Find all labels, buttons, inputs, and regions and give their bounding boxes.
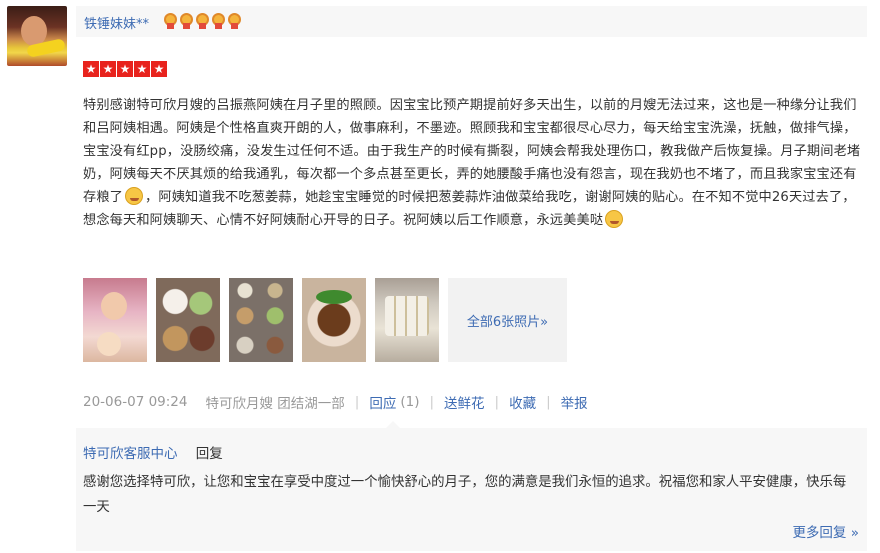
review-header: 铁锤妹妹** <box>76 6 867 37</box>
medal-badges <box>164 13 241 29</box>
user-avatar[interactable] <box>7 6 67 66</box>
photo-thumbnail-meal-spread[interactable] <box>156 278 220 362</box>
reply-action-label: 回复 <box>195 446 223 462</box>
more-replies-link[interactable]: 更多回复 » <box>792 521 859 541</box>
username-link[interactable]: 铁锤妹妹** <box>84 13 149 32</box>
star-icon: ★ <box>100 61 116 77</box>
divider: | <box>494 394 500 410</box>
reply-count: (1) <box>400 394 420 410</box>
send-flower-link[interactable]: 送鲜花 <box>444 392 485 412</box>
grin-emoji-icon <box>605 210 624 228</box>
review-meta: 20-06-07 09:24 特可欣月嫂 团结湖一部 | 回应 (1) | 送鲜… <box>83 392 588 412</box>
reply-pointer <box>386 421 400 428</box>
smile-wink-emoji-icon <box>125 187 144 205</box>
divider: | <box>354 394 360 410</box>
divider: | <box>546 394 551 410</box>
reply-author-link[interactable]: 特可欣客服中心 <box>83 446 178 462</box>
review-date: 20-06-07 09:24 <box>83 394 188 410</box>
star-icon: ★ <box>117 61 133 77</box>
reply-panel: 特可欣客服中心 回复 感谢您选择特可欣，让您和宝宝在享受中度过一个愉快舒心的月子… <box>76 421 867 551</box>
divider: | <box>429 394 435 410</box>
review-text-part2: ，阿姨知道我不吃葱姜蒜，她趁宝宝睡觉的时候把葱姜蒜炸油做菜给我吃，谢谢阿姨的贴心… <box>83 190 856 228</box>
medal-icon <box>228 13 241 29</box>
review-text: 特别感谢特可欣月嫂的吕振燕阿姨在月子里的照顾。因宝宝比预产期提前好多天出生，以前… <box>83 94 867 232</box>
photo-thumbnail-mother-baby[interactable] <box>83 278 147 362</box>
collect-link[interactable]: 收藏 <box>509 392 536 412</box>
photo-thumbnail-dishes-grid[interactable] <box>229 278 293 362</box>
reply-header: 特可欣客服中心 回复 <box>83 442 223 462</box>
photo-thumbnail-food-tray[interactable] <box>375 278 439 362</box>
review-source: 特可欣月嫂 团结湖一部 <box>205 396 345 412</box>
reply-link[interactable]: 回应 <box>369 392 396 412</box>
all-photos-link[interactable]: 全部6张照片» <box>448 278 567 362</box>
medal-icon <box>196 13 209 29</box>
review-text-part1: 特别感谢特可欣月嫂的吕振燕阿姨在月子里的照顾。因宝宝比预产期提前好多天出生，以前… <box>83 98 861 205</box>
report-link[interactable]: 举报 <box>561 392 588 412</box>
star-icon: ★ <box>134 61 150 77</box>
medal-icon <box>164 13 177 29</box>
star-icon: ★ <box>151 61 167 77</box>
photo-gallery: 全部6张照片» <box>83 278 567 362</box>
medal-icon <box>212 13 225 29</box>
star-icon: ★ <box>83 61 99 77</box>
reply-text: 感谢您选择特可欣，让您和宝宝在享受中度过一个愉快舒心的月子，您的满意是我们永恒的… <box>83 475 847 515</box>
medal-icon <box>180 13 193 29</box>
photo-thumbnail-plate[interactable] <box>302 278 366 362</box>
star-rating: ★ ★ ★ ★ ★ <box>83 61 167 77</box>
